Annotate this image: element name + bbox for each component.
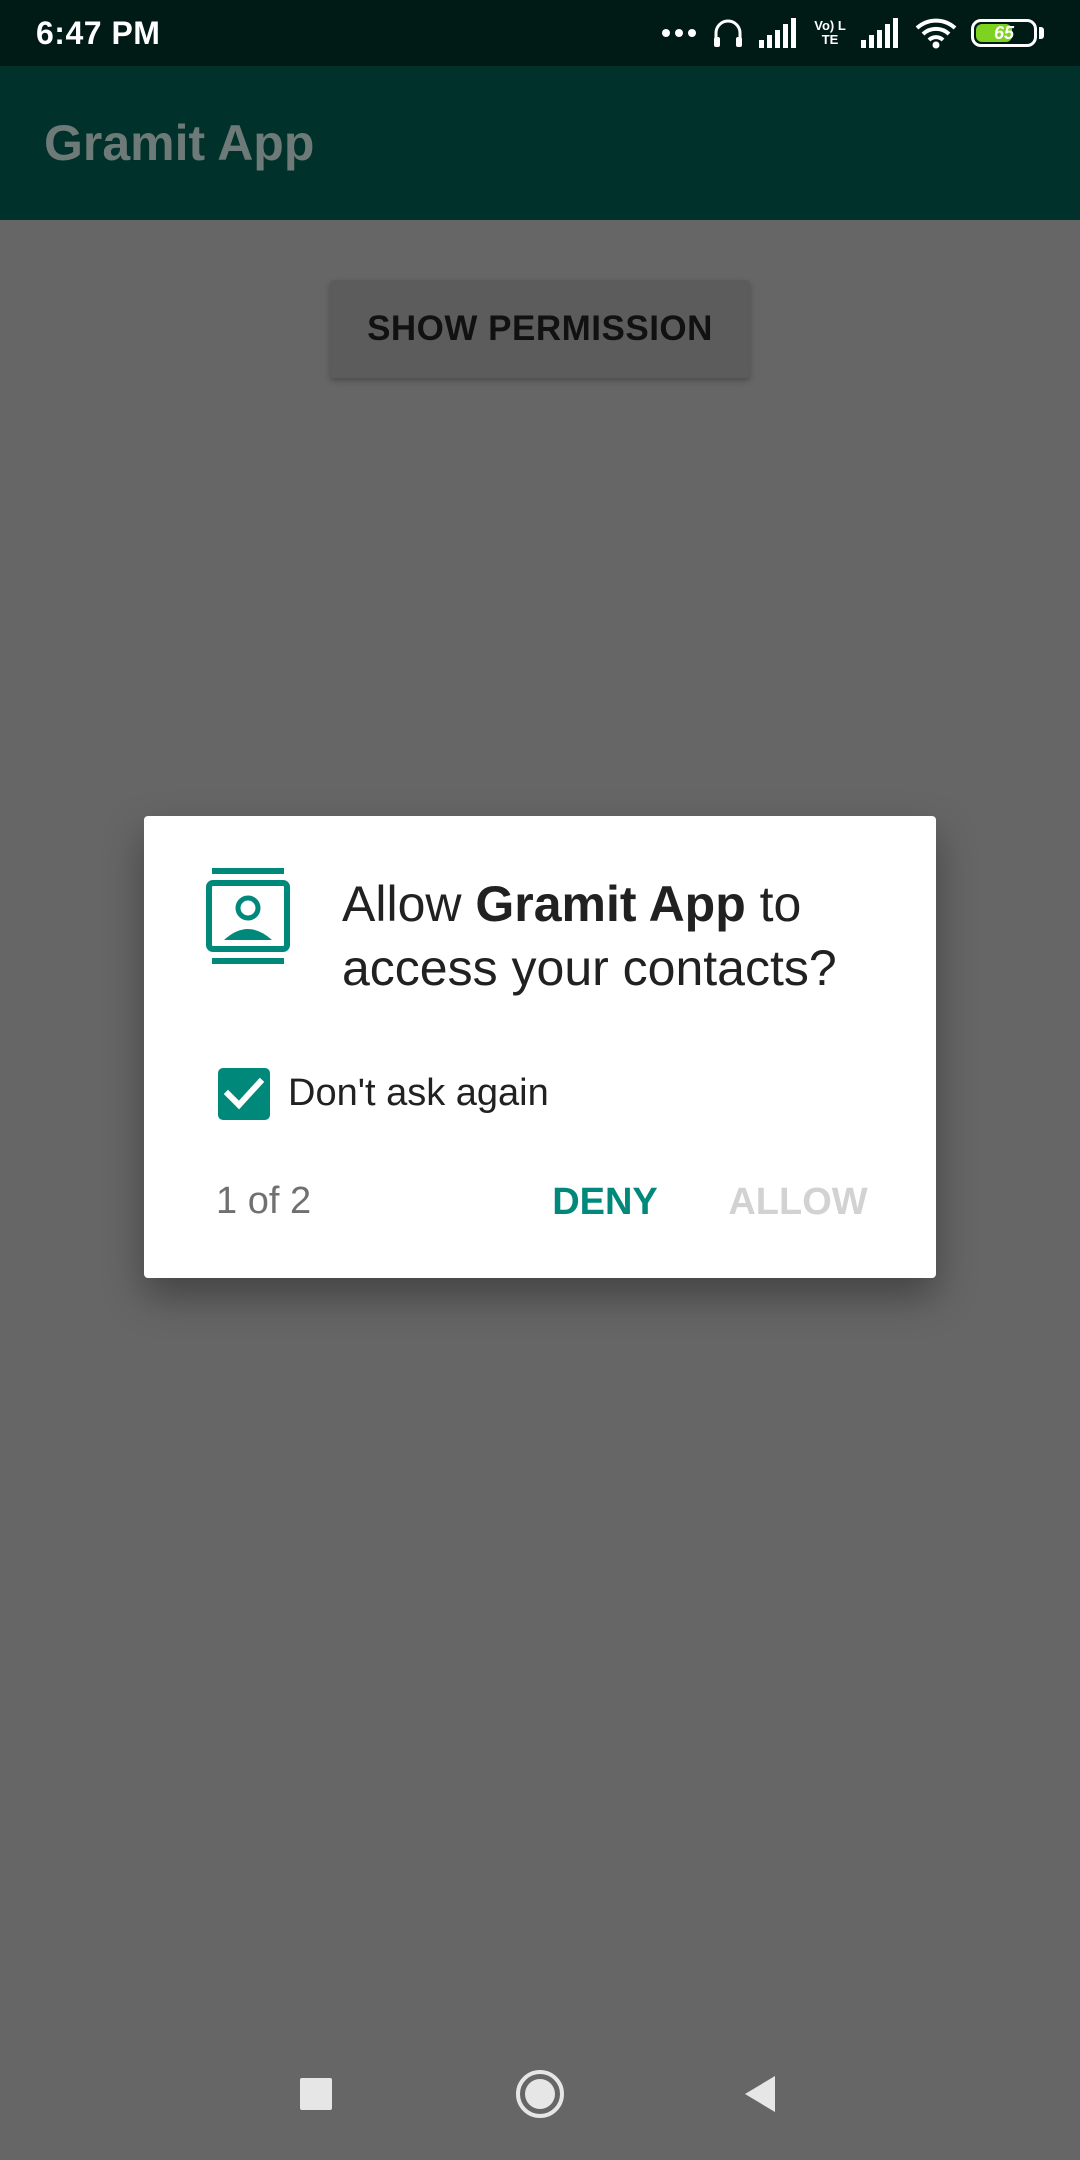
deny-button[interactable]: DENY [540, 1168, 670, 1236]
battery-level: 65 [993, 22, 1015, 43]
navigation-bar [0, 2030, 1080, 2160]
battery-tip [1039, 27, 1044, 39]
status-time: 6:47 PM [36, 14, 161, 51]
allow-button[interactable]: ALLOW [718, 1168, 878, 1236]
home-icon [516, 2070, 564, 2118]
battery-icon: 65 [971, 19, 1044, 47]
recents-icon [300, 2078, 332, 2110]
status-icons: Vo) LTE 65 [661, 16, 1044, 50]
check-icon [224, 1077, 264, 1110]
dialog-title: Allow Gramit App to access your contacts… [342, 872, 902, 1000]
signal-icon [759, 18, 796, 48]
app-title: Gramit App [44, 115, 315, 171]
more-dots-icon [662, 29, 696, 37]
wifi-icon [915, 18, 957, 49]
contacts-icon [206, 868, 290, 964]
home-button[interactable] [500, 2054, 580, 2134]
back-button[interactable] [720, 2054, 800, 2134]
status-bar: 6:47 PM Vo) LTE 65 [0, 0, 1080, 66]
dont-ask-again-checkbox[interactable] [218, 1068, 270, 1120]
show-permission-button[interactable]: SHOW PERMISSION [330, 280, 750, 378]
permission-dialog: Allow Gramit App to access your contacts… [144, 816, 936, 1278]
battery-outline: 65 [971, 19, 1037, 47]
app-bar: Gramit App [0, 66, 1080, 220]
recents-button[interactable] [276, 2054, 356, 2134]
headphones-icon [714, 19, 742, 47]
dialog-title-app: Gramit App [475, 876, 746, 932]
dialog-title-prefix: Allow [342, 876, 476, 932]
signal-icon [861, 18, 898, 48]
volte-icon: Vo) LTE [814, 18, 846, 47]
back-icon [745, 2076, 775, 2112]
page-indicator: 1 of 2 [216, 1180, 312, 1222]
dont-ask-again-label[interactable]: Don't ask again [288, 1072, 549, 1115]
